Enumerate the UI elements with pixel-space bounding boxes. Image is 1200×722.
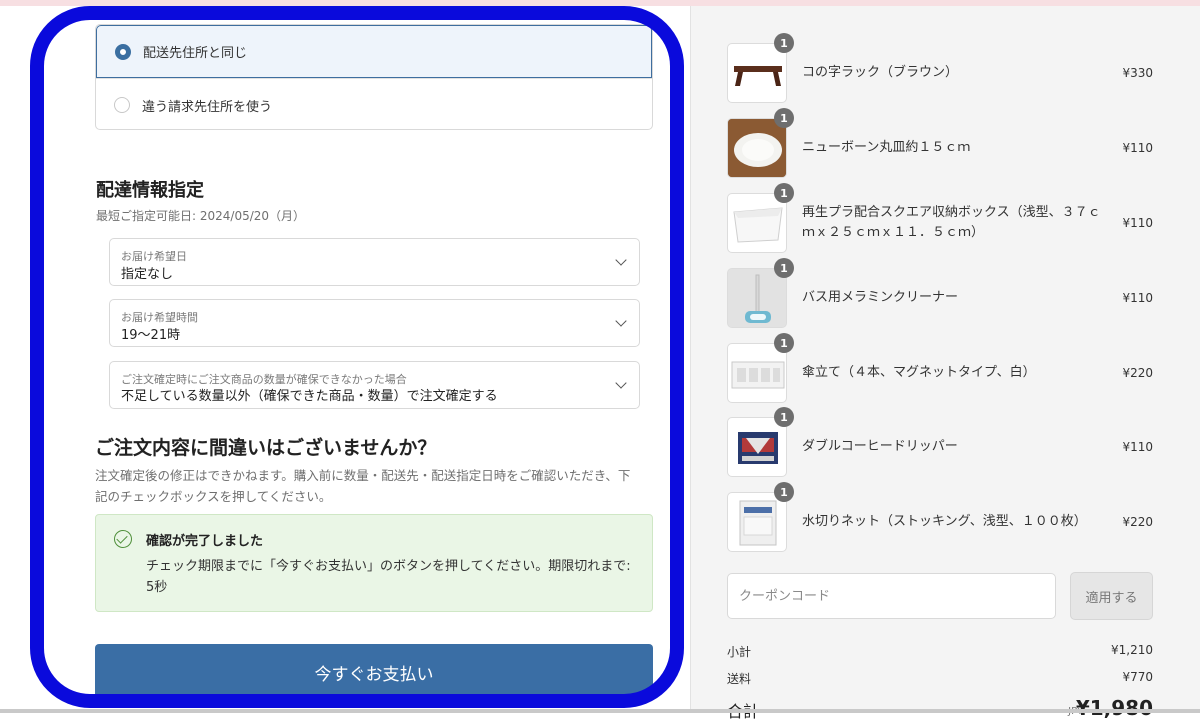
shipping-label: 送料	[727, 672, 752, 686]
cart-item: 1 コの字ラック（ブラウン） ¥330	[727, 33, 1157, 105]
delivery-section-title: 配達情報指定	[96, 180, 204, 201]
delivery-time-label: お届け希望時間	[121, 311, 198, 324]
quantity-badge: 1	[774, 407, 794, 427]
check-circle-icon	[114, 530, 132, 548]
product-thumbnail	[727, 417, 787, 477]
quantity-badge: 1	[774, 482, 794, 502]
cart-item-price: ¥220	[1122, 366, 1153, 380]
cart-item-price: ¥110	[1122, 440, 1153, 454]
coupon-code-field[interactable]	[727, 573, 1056, 619]
delivery-date-label: お届け希望日	[121, 250, 187, 263]
quantity-badge: 1	[774, 183, 794, 203]
product-thumbnail	[727, 492, 787, 552]
product-thumbnail	[727, 118, 787, 178]
quantity-badge: 1	[774, 333, 794, 353]
cart-item-name: バス用メラミンクリーナー	[802, 290, 959, 305]
cart-item: 1 傘立て（４本、マグネットタイプ、白） ¥220	[727, 333, 1157, 405]
cart-item-price: ¥330	[1122, 66, 1153, 80]
apply-coupon-button[interactable]: 適用する	[1070, 572, 1153, 620]
billing-option-other[interactable]: 違う請求先住所を使う	[96, 78, 652, 129]
cart-item-price: ¥110	[1122, 141, 1153, 155]
cart-item: 1 水切りネット（ストッキング、浅型、１００枚） ¥220	[727, 482, 1157, 554]
cart-item: 1 再生プラ配合スクエア収納ボックス（浅型、３７ｃｍｘ２５ｃｍｘ１１．５ｃｍ） …	[727, 183, 1157, 255]
chevron-down-icon	[615, 254, 627, 266]
delivery-date-value: 指定なし	[121, 267, 174, 282]
radio-unselected-icon[interactable]	[114, 97, 130, 113]
product-thumbnail	[727, 193, 787, 253]
cart-item: 1 ダブルコーヒードリッパー ¥110	[727, 407, 1157, 479]
cart-item-name: 傘立て（４本、マグネットタイプ、白）	[802, 365, 1036, 380]
radio-selected-icon[interactable]	[115, 43, 131, 60]
billing-address-options: 配送先住所と同じ 違う請求先住所を使う	[95, 24, 653, 130]
product-thumbnail	[727, 343, 787, 403]
chevron-down-icon	[615, 377, 627, 389]
cart-item-price: ¥110	[1122, 291, 1153, 305]
cart-item-name: 水切りネット（ストッキング、浅型、１００枚）	[802, 514, 1087, 529]
delivery-date-select[interactable]: お届け希望日 指定なし	[109, 238, 640, 286]
cart-item-price: ¥220	[1122, 515, 1153, 529]
cart-item-price: ¥110	[1122, 216, 1153, 230]
confirm-title: ご注文内容に間違いはございませんか？	[95, 437, 437, 459]
total-amount: ¥1,980	[1075, 696, 1153, 720]
bottom-edge	[0, 709, 1200, 713]
confirmation-success-box: 確認が完了しました チェック期限までに「今すぐお支払い」のボタンを押してください…	[95, 514, 653, 612]
pay-now-button[interactable]: 今すぐお支払い	[95, 644, 653, 700]
success-title: 確認が完了しました	[146, 534, 264, 549]
cart-item: 1 バス用メラミンクリーナー ¥110	[727, 258, 1157, 330]
earliest-date-note: 最短ご指定可能日: 2024/05/20（月）	[96, 209, 306, 223]
success-message: チェック期限までに「今すぐお支払い」のボタンを押してください。期限切れまで: 5…	[146, 559, 631, 595]
quantity-badge: 1	[774, 33, 794, 53]
confirm-description: 注文確定後の修正はできかねます。購入前に数量・配送先・配送指定日時をご確認いただ…	[95, 468, 631, 504]
shortage-handling-select[interactable]: ご注文確定時にご注文商品の数量が確保できなかった場合 不足している数量以外（確保…	[109, 361, 640, 409]
billing-option-same[interactable]: 配送先住所と同じ	[96, 25, 652, 78]
coupon-code-input[interactable]	[728, 574, 1050, 618]
cart-item: 1 ニューボーン丸皿約１５ｃｍ ¥110	[727, 108, 1157, 180]
shortage-handling-value: 不足している数量以外（確保できた商品・数量）で注文確定する	[121, 389, 498, 404]
shipping-amount: ¥770	[1122, 670, 1153, 684]
quantity-badge: 1	[774, 108, 794, 128]
cart-item-name: ダブルコーヒードリッパー	[802, 439, 958, 454]
product-thumbnail	[727, 268, 787, 328]
chevron-down-icon	[615, 315, 627, 327]
product-thumbnail	[727, 43, 787, 103]
subtotal-label: 小計	[727, 645, 752, 659]
delivery-time-value: 19〜21時	[121, 328, 181, 343]
cart-item-name: 再生プラ配合スクエア収納ボックス（浅型、３７ｃｍｘ２５ｃｍｘ１１．５ｃｍ）	[802, 205, 1101, 240]
cart-item-name: ニューボーン丸皿約１５ｃｍ	[802, 140, 971, 155]
billing-option-same-label: 配送先住所と同じ	[143, 46, 248, 61]
billing-option-other-label: 違う請求先住所を使う	[142, 99, 273, 115]
cart-item-name: コの字ラック（ブラウン）	[802, 65, 959, 80]
quantity-badge: 1	[774, 258, 794, 278]
delivery-time-select[interactable]: お届け希望時間 19〜21時	[109, 299, 640, 347]
subtotal-amount: ¥1,210	[1111, 643, 1153, 657]
